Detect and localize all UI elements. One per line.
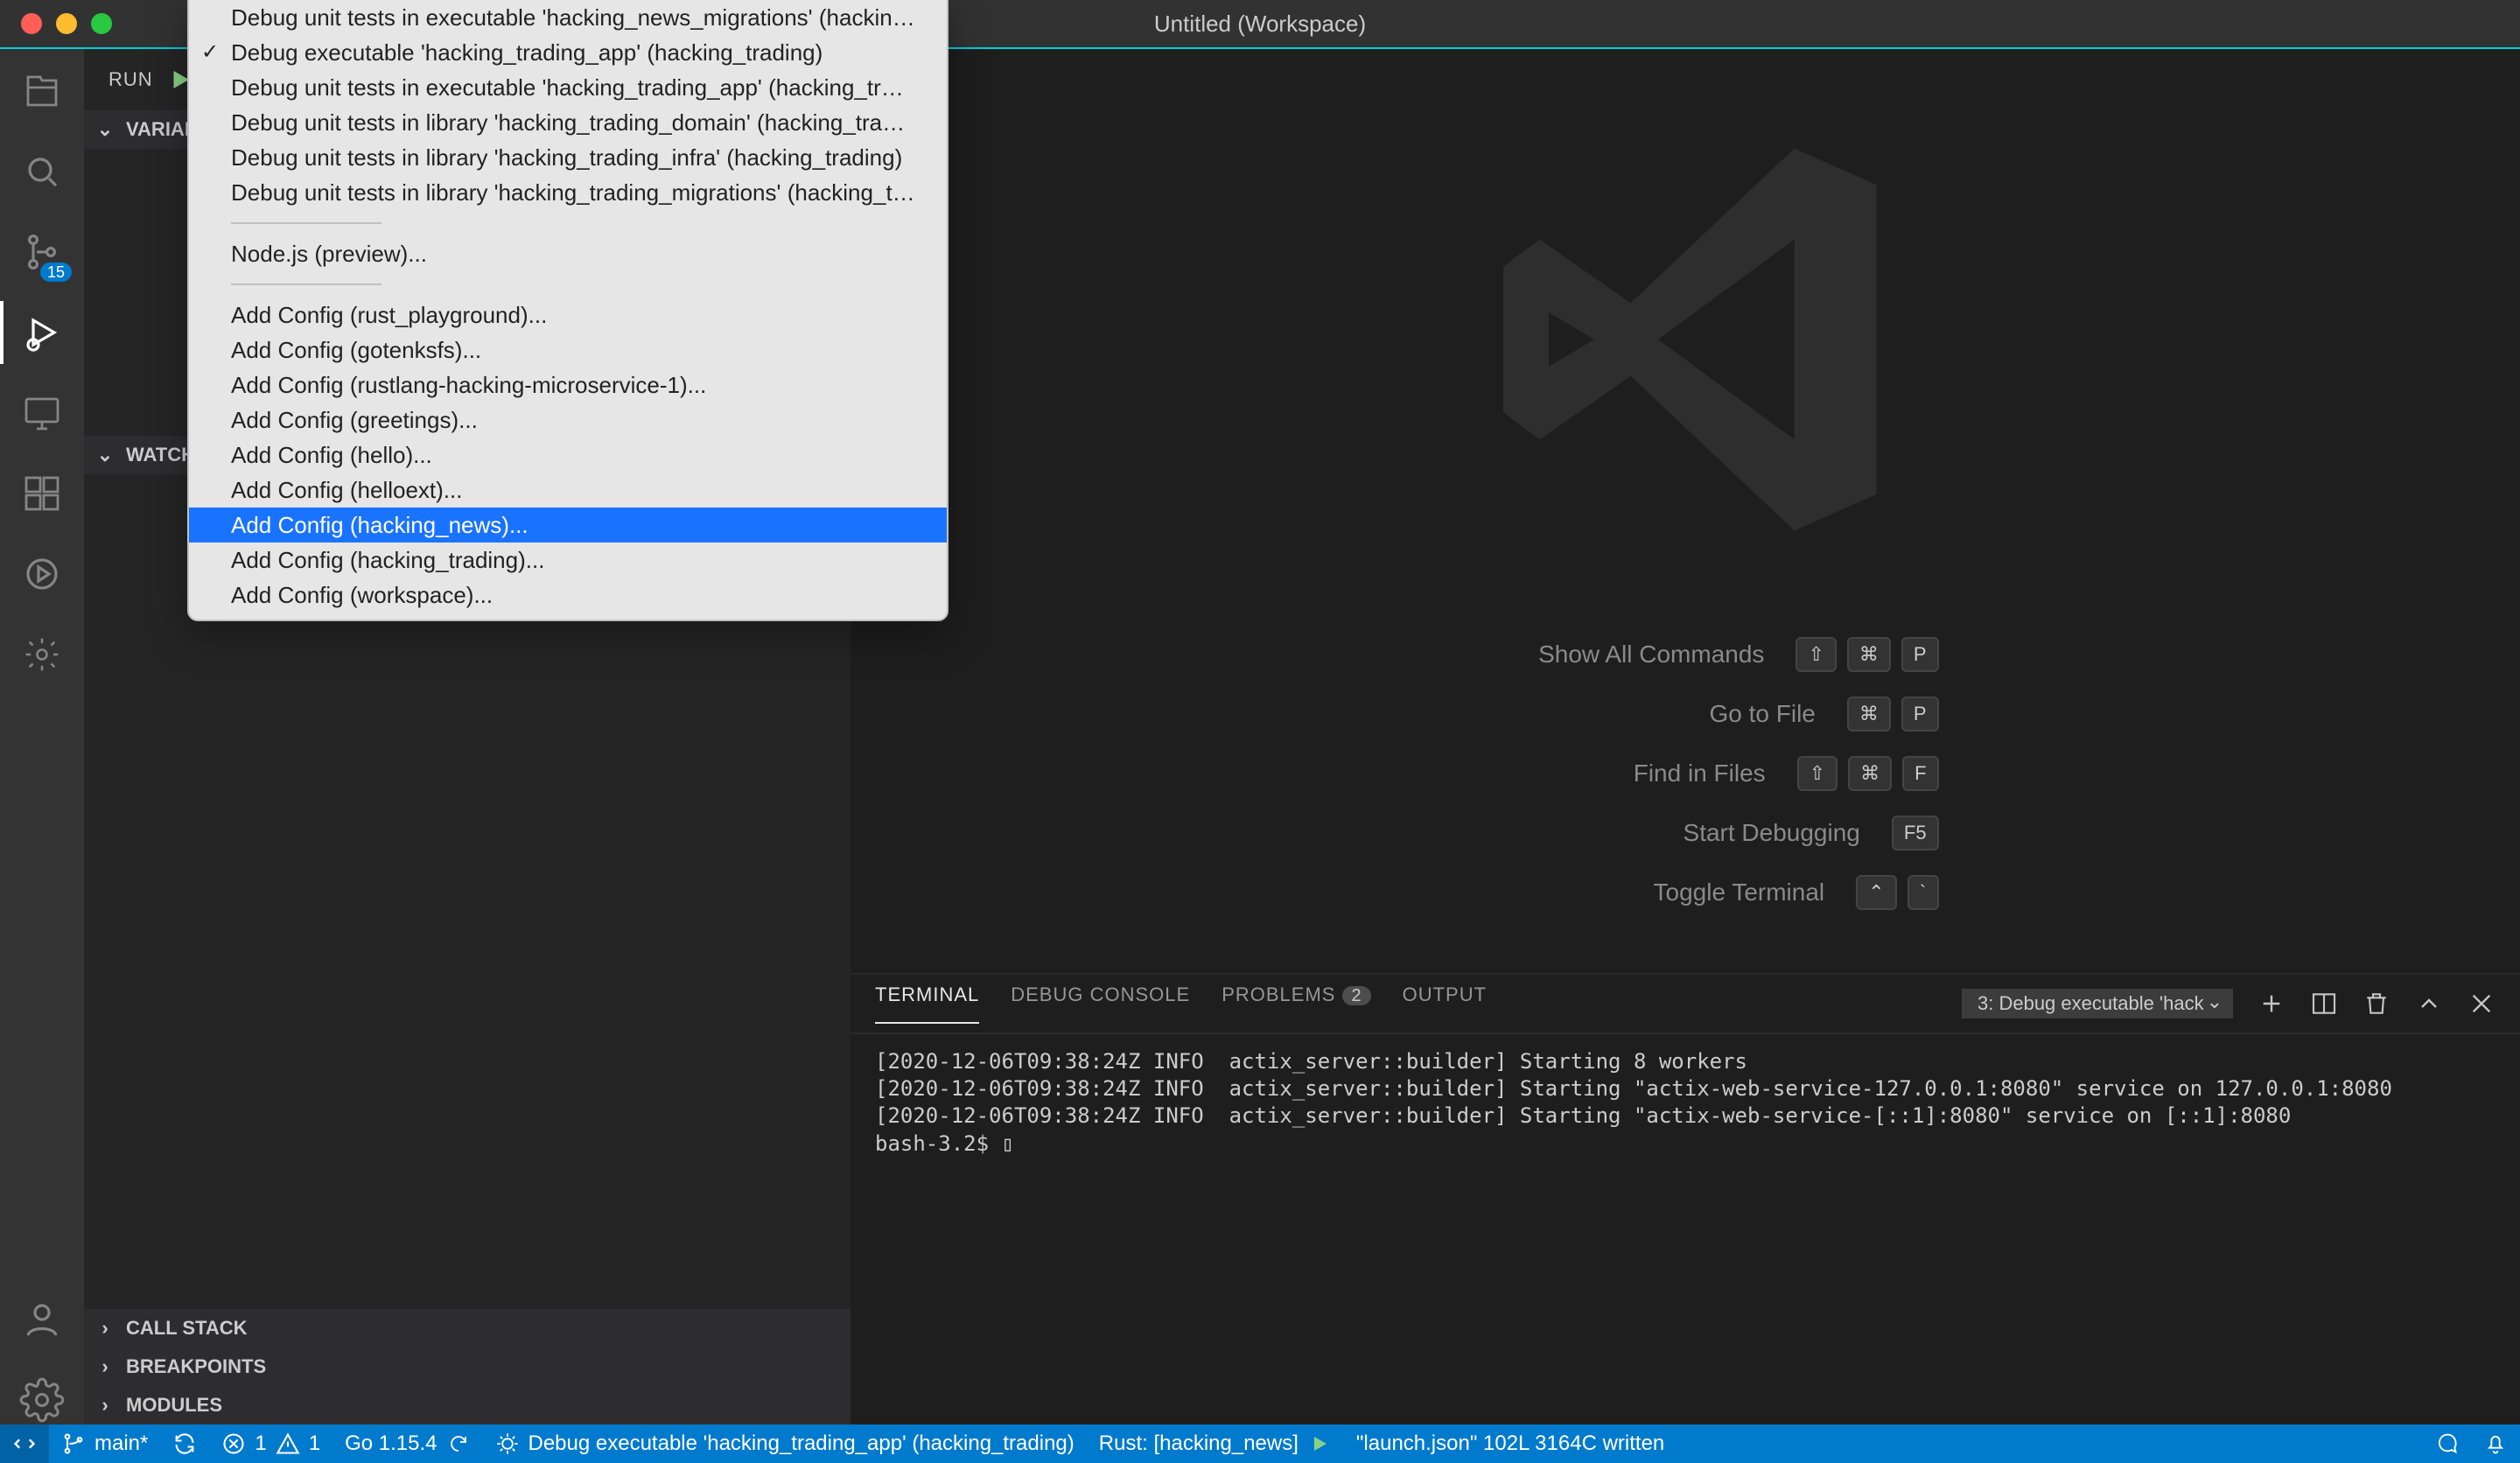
- run-config-item[interactable]: Debug unit tests in library 'hacking_tra…: [189, 140, 947, 175]
- chevron-down-icon: ⌄: [94, 118, 116, 141]
- maximize-window-button[interactable]: [91, 13, 112, 34]
- remote-button[interactable]: [0, 1424, 49, 1463]
- remote-icon: [12, 1432, 37, 1456]
- keybinding: ⌘P: [1847, 696, 1939, 732]
- breakpoints-section-header[interactable]: ›BREAKPOINTS: [84, 1348, 850, 1386]
- callstack-section-header[interactable]: ›CALL STACK: [84, 1309, 850, 1348]
- minimize-window-button[interactable]: [56, 13, 77, 34]
- close-window-button[interactable]: [21, 13, 42, 34]
- run-config-dropdown[interactable]: Debug unit tests in executable 'hacking_…: [187, 0, 948, 621]
- source-control-icon[interactable]: 15: [18, 228, 66, 276]
- panel: TERMINAL DEBUG CONSOLE PROBLEMS2 OUTPUT …: [850, 973, 2520, 1424]
- tab-output[interactable]: OUTPUT: [1403, 984, 1487, 1024]
- feedback-button[interactable]: [2422, 1424, 2471, 1463]
- add-config-item[interactable]: Add Config (gotenksfs)...: [189, 332, 947, 368]
- terminal-output[interactable]: [2020-12-06T09:38:24Z INFO actix_server:…: [850, 1034, 2520, 1424]
- run-debug-icon[interactable]: [18, 308, 66, 357]
- welcome-command-row: Start Debugging F5: [1432, 816, 1938, 850]
- extensions-icon[interactable]: [18, 469, 66, 518]
- keybinding: ⌃`: [1856, 875, 1938, 910]
- panel-tabs: TERMINAL DEBUG CONSOLE PROBLEMS2 OUTPUT …: [850, 975, 2520, 1034]
- chevron-down-icon: ⌄: [94, 444, 116, 466]
- search-icon[interactable]: [18, 147, 66, 196]
- kill-terminal-icon[interactable]: [2362, 990, 2390, 1018]
- gear-small-icon[interactable]: [18, 630, 66, 679]
- settings-gear-icon[interactable]: [18, 1376, 66, 1424]
- maximize-panel-icon[interactable]: [2415, 990, 2443, 1018]
- bell-icon: [2483, 1432, 2508, 1456]
- chevron-right-icon: ›: [94, 1355, 116, 1378]
- editor-area: Show All Commands ⇧⌘P Go to File ⌘P Find in …: [850, 49, 2520, 973]
- error-icon: [221, 1432, 246, 1456]
- new-terminal-icon[interactable]: [2258, 990, 2286, 1018]
- run-config-item[interactable]: Debug executable 'hacking_trading_app' (…: [189, 35, 947, 70]
- welcome-command-label: Start Debugging: [1528, 819, 1860, 847]
- remote-explorer-icon[interactable]: [18, 388, 66, 438]
- vscode-logo-watermark: [1458, 112, 1913, 567]
- welcome-command-label: Show All Commands: [1432, 640, 1764, 668]
- chevron-right-icon: ›: [94, 1317, 116, 1340]
- tab-terminal[interactable]: TERMINAL: [875, 984, 979, 1024]
- explorer-icon[interactable]: [18, 66, 66, 116]
- problems-count-badge: 2: [1342, 986, 1370, 1005]
- keybinding: ⇧⌘P: [1796, 637, 1938, 672]
- welcome-command-label: Go to File: [1483, 700, 1816, 728]
- run-config-item[interactable]: Debug unit tests in library 'hacking_tra…: [189, 105, 947, 140]
- welcome-command-row: Toggle Terminal ⌃`: [1432, 875, 1938, 910]
- run-config-item[interactable]: Debug unit tests in library 'hacking_tra…: [189, 175, 947, 210]
- tab-debug-console[interactable]: DEBUG CONSOLE: [1011, 984, 1190, 1024]
- tab-problems[interactable]: PROBLEMS2: [1222, 984, 1370, 1024]
- activity-bar: 15: [0, 49, 84, 1424]
- window-traffic-lights: [21, 13, 112, 34]
- window-title: Untitled (Workspace): [1154, 10, 1366, 38]
- welcome-command-label: Toggle Terminal: [1492, 878, 1824, 906]
- add-config-item[interactable]: Add Config (hello)...: [189, 438, 947, 472]
- status-message: "launch.json" 102L 3164C written: [1344, 1424, 1676, 1463]
- add-config-item[interactable]: Add Config (workspace)...: [189, 578, 947, 612]
- run-config-item[interactable]: Node.js (preview)...: [189, 236, 947, 271]
- debug-icon: [495, 1432, 520, 1456]
- run-config-item[interactable]: Debug unit tests in executable 'hacking_…: [189, 70, 947, 105]
- modules-section-header[interactable]: ›MODULES: [84, 1386, 850, 1424]
- chevron-right-icon: ›: [94, 1394, 116, 1417]
- add-config-item[interactable]: Add Config (rustlang-hacking-microservic…: [189, 368, 947, 402]
- add-config-item[interactable]: Add Config (greetings)...: [189, 402, 947, 438]
- problems-status-button[interactable]: 11: [209, 1424, 332, 1463]
- rust-analyzer-status[interactable]: Rust: [hacking_news]: [1087, 1424, 1344, 1463]
- run-label: RUN: [108, 68, 153, 91]
- scm-badge: 15: [40, 262, 72, 282]
- welcome-command-label: Find in Files: [1433, 760, 1766, 788]
- account-icon[interactable]: [18, 1295, 66, 1344]
- add-config-item[interactable]: Add Config (helloext)...: [189, 472, 947, 508]
- branch-icon: [61, 1432, 86, 1456]
- add-config-item[interactable]: Add Config (hacking_news)...: [189, 508, 947, 542]
- close-panel-icon[interactable]: [2468, 990, 2496, 1018]
- sync-button[interactable]: [160, 1424, 209, 1463]
- play-icon: [1307, 1432, 1332, 1456]
- warning-icon: [276, 1432, 300, 1456]
- welcome-command-row: Show All Commands ⇧⌘P: [1432, 637, 1938, 672]
- welcome-commands: Show All Commands ⇧⌘P Go to File ⌘P Find in …: [1432, 637, 1938, 910]
- debug-config-status[interactable]: Debug executable 'hacking_trading_app' (…: [483, 1424, 1087, 1463]
- keybinding: F5: [1892, 816, 1939, 850]
- status-bar: main* 11 Go 1.15.4 Debug executable 'hac…: [0, 1424, 2520, 1463]
- liveshare-icon[interactable]: [18, 550, 66, 598]
- feedback-icon: [2434, 1432, 2459, 1456]
- sync-icon: [172, 1432, 197, 1456]
- welcome-command-row: Find in Files ⇧⌘F: [1432, 756, 1938, 791]
- run-config-item[interactable]: Debug unit tests in executable 'hacking_…: [189, 0, 947, 35]
- notifications-button[interactable]: [2471, 1424, 2520, 1463]
- go-version-button[interactable]: Go 1.15.4: [332, 1424, 482, 1463]
- add-config-item[interactable]: Add Config (rust_playground)...: [189, 298, 947, 332]
- add-config-item[interactable]: Add Config (hacking_trading)...: [189, 542, 947, 578]
- split-terminal-icon[interactable]: [2310, 990, 2338, 1018]
- welcome-command-row: Go to File ⌘P: [1432, 696, 1938, 732]
- terminal-selector[interactable]: 3: Debug executable 'hack: [1962, 989, 2233, 1018]
- keybinding: ⇧⌘F: [1797, 756, 1939, 791]
- refresh-icon: [446, 1432, 471, 1456]
- git-branch-button[interactable]: main*: [49, 1424, 160, 1463]
